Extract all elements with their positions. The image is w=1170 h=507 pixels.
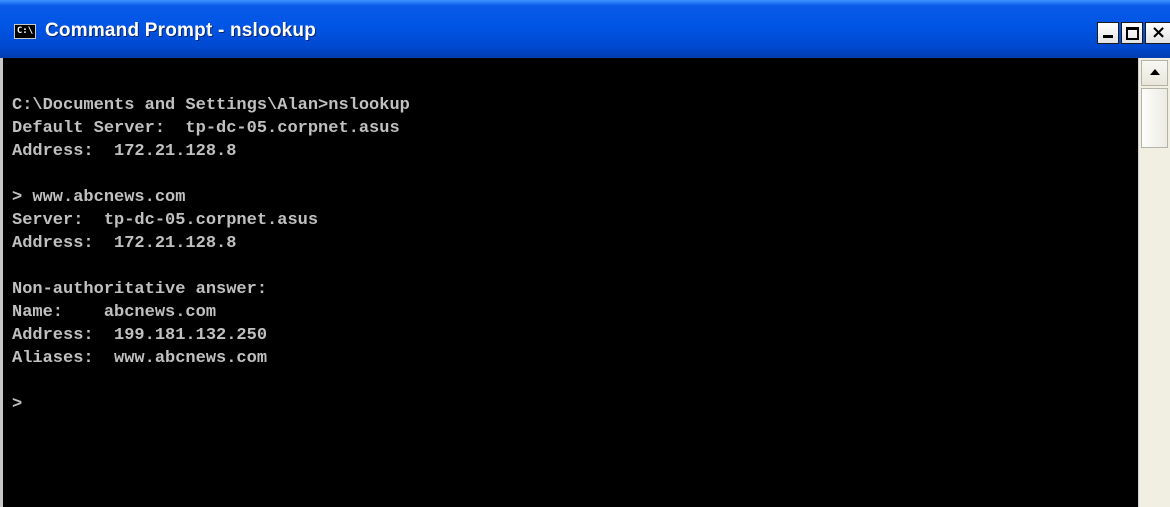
console-output[interactable]: C:\Documents and Settings\Alan>nslookup … <box>0 58 1138 507</box>
console-line: Address: 199.181.132.250 <box>12 326 268 345</box>
console-line: Default Server: tp-dc-05.corpnet.asus <box>12 119 400 138</box>
console-line: Name: abcnews.com <box>12 303 217 322</box>
window-border <box>0 58 3 507</box>
minimize-button[interactable] <box>1097 22 1119 44</box>
console-line: Address: 172.21.128.8 <box>12 142 237 161</box>
close-button[interactable]: × <box>1145 22 1170 44</box>
scroll-thumb[interactable] <box>1141 88 1168 148</box>
title-bar[interactable]: C:\ Command Prompt - nslookup × <box>0 0 1170 58</box>
maximize-button[interactable] <box>1121 22 1143 44</box>
command-prompt-icon[interactable]: C:\ <box>14 24 36 39</box>
window-title: Command Prompt - nslookup <box>45 20 316 41</box>
console-line: Server: tp-dc-05.corpnet.asus <box>12 211 319 230</box>
vertical-scrollbar[interactable] <box>1138 58 1170 507</box>
console-line: > www.abcnews.com <box>12 188 186 207</box>
console-line: Non-authoritative answer: <box>12 280 268 299</box>
console-line: C:\Documents and Settings\Alan>nslookup <box>12 96 410 115</box>
scroll-up-button[interactable] <box>1141 60 1168 86</box>
console-line: Aliases: www.abcnews.com <box>12 349 268 368</box>
console-lines: C:\Documents and Settings\Alan>nslookup … <box>12 96 410 418</box>
console-line: Address: 172.21.128.8 <box>12 234 237 253</box>
close-icon: × <box>1151 22 1167 43</box>
prompt-line[interactable]: > <box>12 395 410 418</box>
